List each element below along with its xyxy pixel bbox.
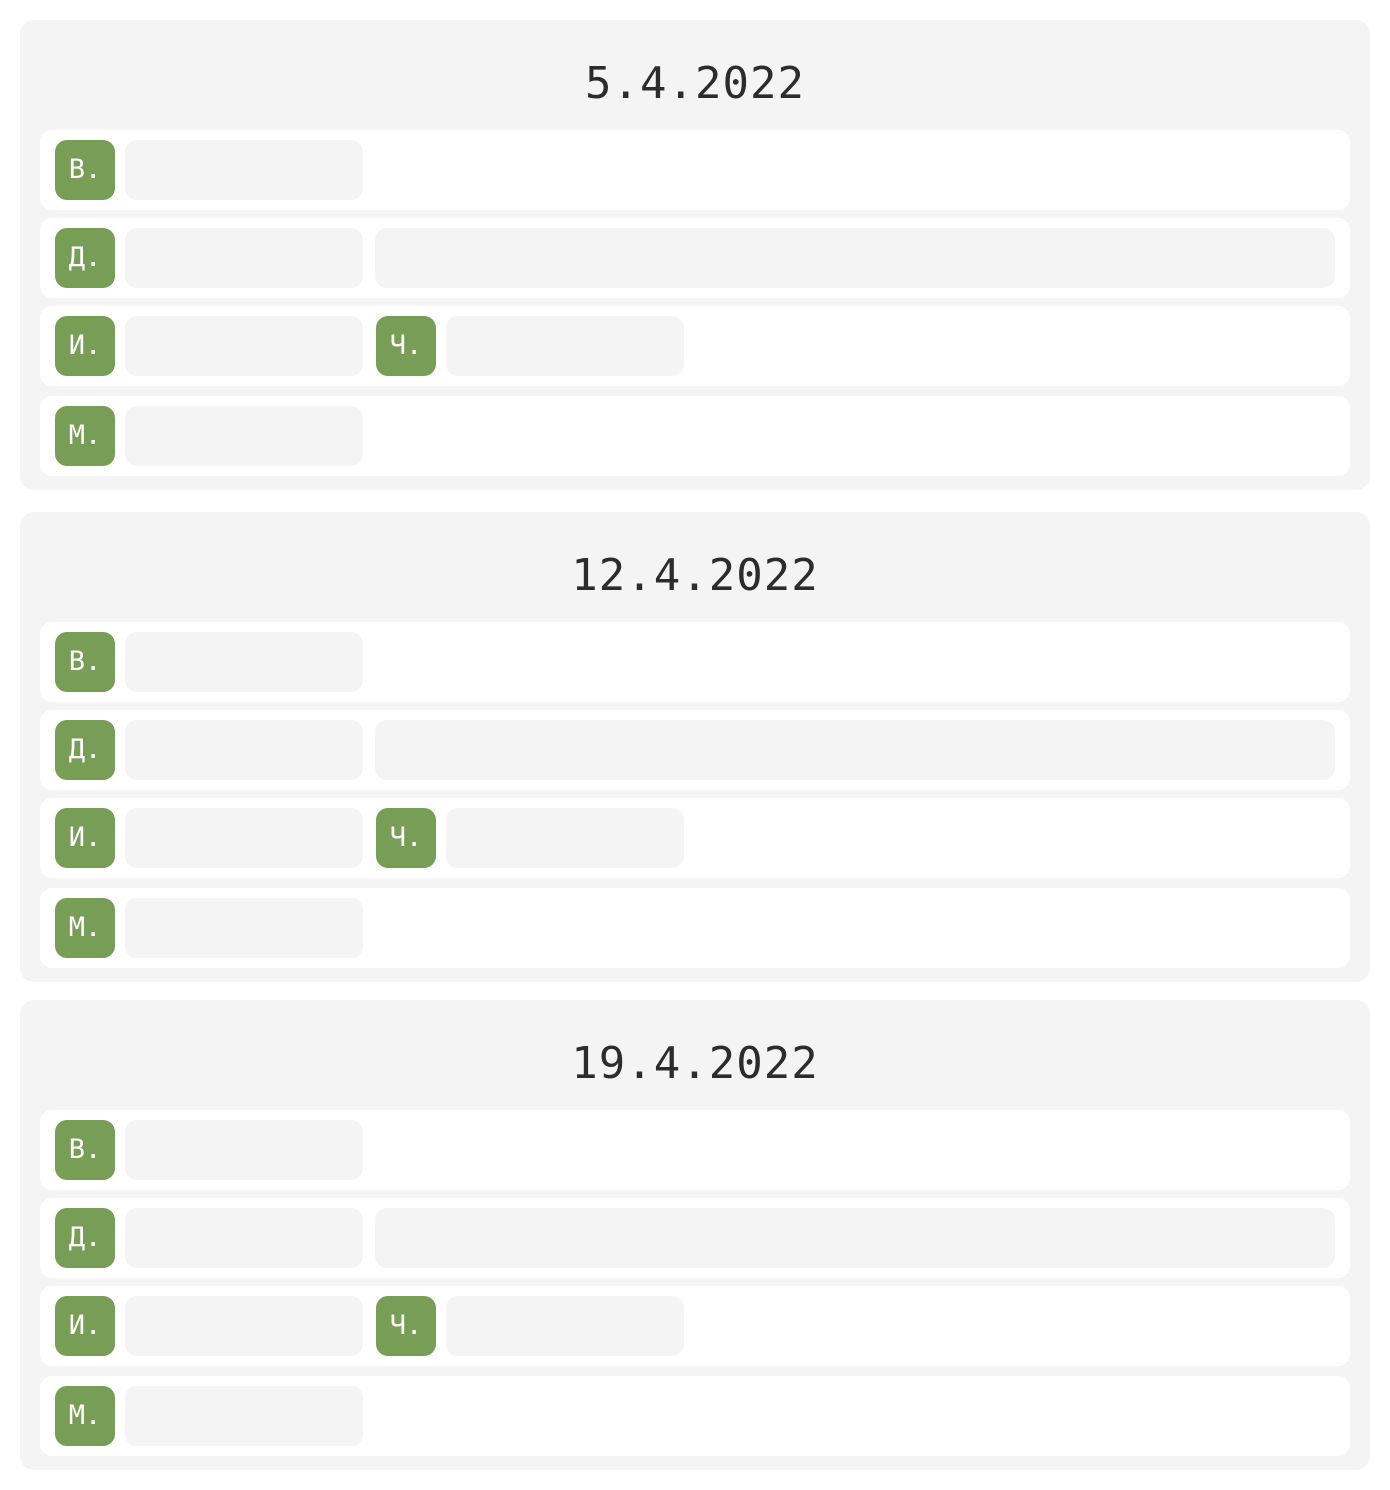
badge-v[interactable]: В. xyxy=(55,632,115,692)
date-title: 5.4.2022 xyxy=(585,58,805,109)
entry-row-m: М. xyxy=(40,888,1350,968)
badge-m[interactable]: М. xyxy=(55,898,115,958)
entry-row-m: М. xyxy=(40,396,1350,476)
date-title: 12.4.2022 xyxy=(571,550,819,601)
badge-m[interactable]: М. xyxy=(55,406,115,466)
field-m[interactable] xyxy=(125,406,363,466)
entry-row-i: И. Ч. xyxy=(40,306,1350,386)
entry-row-v: В. xyxy=(40,1110,1350,1190)
badge-ch[interactable]: Ч. xyxy=(376,808,436,868)
field-ch[interactable] xyxy=(446,316,684,376)
field-i[interactable] xyxy=(125,808,363,868)
field-m[interactable] xyxy=(125,898,363,958)
field-d-wide[interactable] xyxy=(375,720,1335,780)
field-i[interactable] xyxy=(125,1296,363,1356)
field-v[interactable] xyxy=(125,140,363,200)
entry-row-v: В. xyxy=(40,130,1350,210)
entry-row-d: Д. xyxy=(40,218,1350,298)
badge-d[interactable]: Д. xyxy=(55,228,115,288)
badge-i[interactable]: И. xyxy=(55,1296,115,1356)
badge-ch[interactable]: Ч. xyxy=(376,1296,436,1356)
badge-v[interactable]: В. xyxy=(55,140,115,200)
field-d[interactable] xyxy=(125,228,363,288)
badge-ch[interactable]: Ч. xyxy=(376,316,436,376)
date-card: 5.4.2022 В. Д. И. Ч. М. xyxy=(20,20,1370,490)
badge-m[interactable]: М. xyxy=(55,1386,115,1446)
field-d-wide[interactable] xyxy=(375,228,1335,288)
entry-row-i: И. Ч. xyxy=(40,798,1350,878)
field-v[interactable] xyxy=(125,632,363,692)
field-d[interactable] xyxy=(125,720,363,780)
entry-row-v: В. xyxy=(40,622,1350,702)
field-d[interactable] xyxy=(125,1208,363,1268)
field-v[interactable] xyxy=(125,1120,363,1180)
field-ch[interactable] xyxy=(446,808,684,868)
date-title: 19.4.2022 xyxy=(571,1038,819,1089)
entry-row-d: Д. xyxy=(40,710,1350,790)
entry-row-i: И. Ч. xyxy=(40,1286,1350,1366)
badge-i[interactable]: И. xyxy=(55,808,115,868)
badge-d[interactable]: Д. xyxy=(55,1208,115,1268)
entry-row-d: Д. xyxy=(40,1198,1350,1278)
field-d-wide[interactable] xyxy=(375,1208,1335,1268)
field-i[interactable] xyxy=(125,316,363,376)
badge-v[interactable]: В. xyxy=(55,1120,115,1180)
entry-row-m: М. xyxy=(40,1376,1350,1456)
field-ch[interactable] xyxy=(446,1296,684,1356)
date-card: 19.4.2022 В. Д. И. Ч. М. xyxy=(20,1000,1370,1470)
date-card: 12.4.2022 В. Д. И. Ч. М. xyxy=(20,512,1370,982)
field-m[interactable] xyxy=(125,1386,363,1446)
badge-i[interactable]: И. xyxy=(55,316,115,376)
badge-d[interactable]: Д. xyxy=(55,720,115,780)
